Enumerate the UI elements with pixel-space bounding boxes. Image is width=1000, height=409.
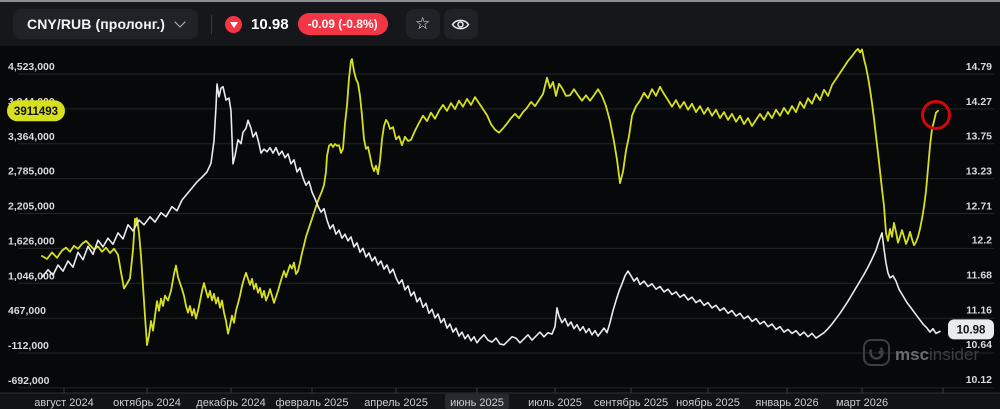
trading-app: август 2024 октябрь 2024 декабрь 2024 февра… [0, 0, 1000, 409]
price-chart-svg[interactable]: август 2024 октябрь 2024 декабрь 2024 февра… [0, 0, 1000, 409]
chart-area[interactable]: август 2024 октябрь 2024 декабрь 2024 февра… [0, 0, 1000, 409]
chart-header: CNY/RUB (пролонг.) 10.98 -0.09 (-0.8%) ☆ [0, 2, 1000, 46]
watermark-logo-dot [878, 350, 883, 355]
header-divider [211, 14, 213, 34]
time-scale[interactable] [0, 393, 1000, 409]
watchlist-eye-button[interactable] [443, 9, 478, 39]
price-direction-down-icon [225, 15, 243, 33]
eye-icon [451, 19, 470, 29]
last-price: 10.98 [251, 15, 289, 33]
left-price-scale[interactable] [0, 46, 80, 393]
window-top-border [0, 0, 1000, 2]
star-icon: ☆ [415, 13, 431, 33]
price-change-badge: -0.09 (-0.8%) [297, 13, 388, 35]
right-price-scale[interactable] [940, 46, 1000, 393]
favorite-button[interactable]: ☆ [405, 9, 440, 39]
symbol-label: CNY/RUB (пролонг.) [27, 16, 166, 32]
chart-background [0, 0, 1000, 409]
symbol-selector-button[interactable]: CNY/RUB (пролонг.) [13, 9, 199, 39]
chevron-down-icon [174, 16, 186, 28]
down-triangle-icon [229, 21, 238, 28]
